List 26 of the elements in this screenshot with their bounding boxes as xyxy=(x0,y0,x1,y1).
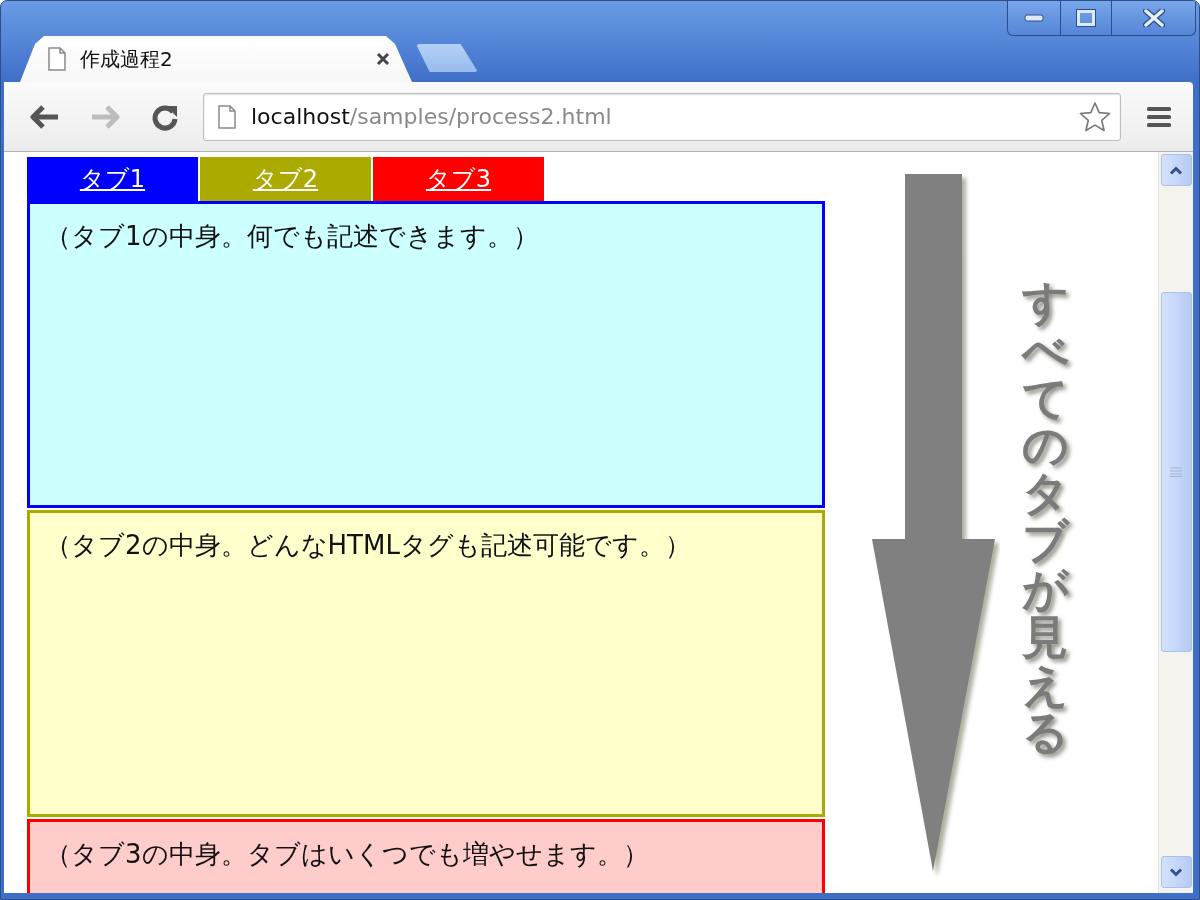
maximize-icon xyxy=(1076,9,1096,27)
vertical-caption: すべてのタブが見える xyxy=(1022,279,1068,758)
address-bar[interactable]: localhost/samples/process2.html xyxy=(203,92,1121,141)
url-text: localhost/samples/process2.html xyxy=(251,104,612,129)
grip-icon xyxy=(1170,467,1182,477)
close-icon[interactable] xyxy=(376,52,390,66)
menu-icon[interactable] xyxy=(1147,105,1171,128)
tab[interactable]: タブ1 xyxy=(27,157,198,201)
panel-text: （タブ3の中身。タブはいくつでも増やせます。） xyxy=(45,838,649,871)
minimize-icon xyxy=(1024,14,1044,22)
tab[interactable]: タブ3 xyxy=(373,157,544,201)
close-icon xyxy=(1142,9,1165,27)
scroll-up-button[interactable] xyxy=(1160,154,1192,186)
browser-tab[interactable]: 作成過程2 xyxy=(20,36,412,82)
scrollbar-thumb[interactable] xyxy=(1160,292,1192,652)
page-icon xyxy=(218,104,236,129)
scrollbar-track[interactable] xyxy=(1158,152,1193,893)
back-arrow-icon[interactable] xyxy=(30,103,60,130)
scroll-down-button[interactable] xyxy=(1160,856,1192,888)
panel-text: （タブ1の中身。何でも記述できます。） xyxy=(45,220,539,253)
panel-text: （タブ2の中身。どんなHTMLタグも記述可能です。） xyxy=(45,529,691,562)
chevron-down-icon xyxy=(1169,867,1183,877)
tab-title: 作成過程2 xyxy=(80,45,173,73)
chevron-up-icon xyxy=(1169,165,1183,175)
page-icon xyxy=(48,47,66,71)
star-icon[interactable] xyxy=(1078,100,1112,133)
